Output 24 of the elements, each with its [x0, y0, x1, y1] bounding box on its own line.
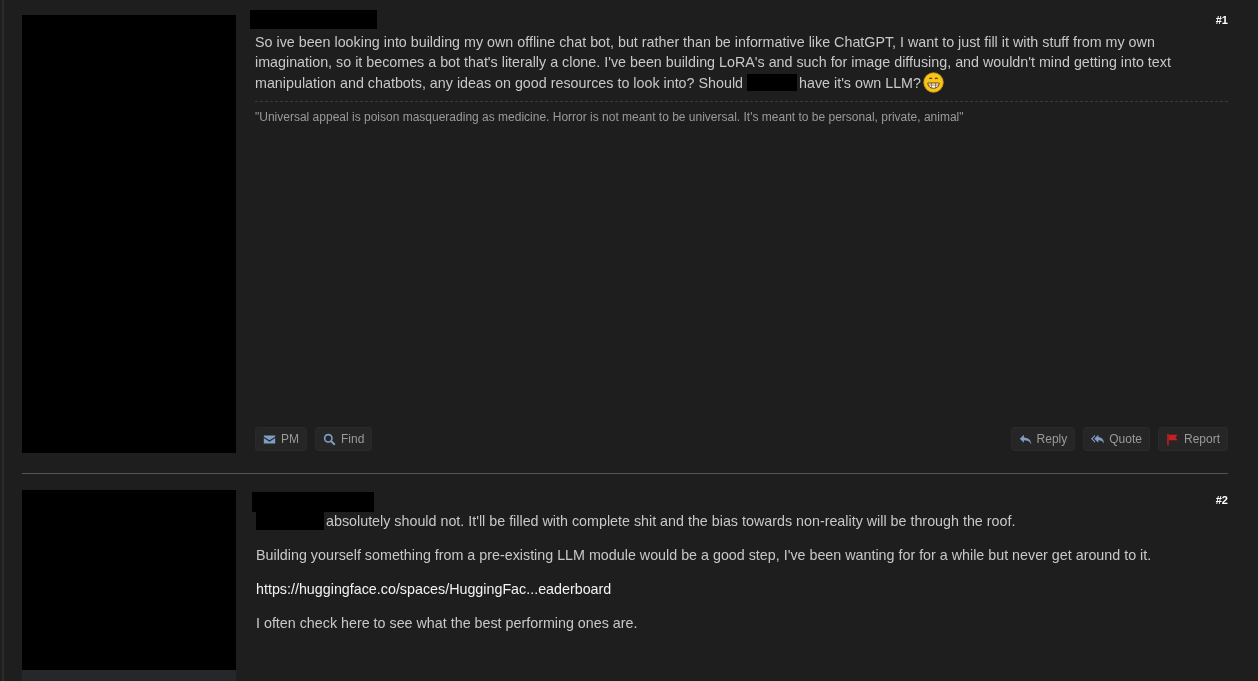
- redaction-bar: [256, 512, 324, 530]
- redaction-bar: [747, 74, 797, 91]
- post-text: So ive been looking into building my own offline chat bot, but rather than be informative like ChatGPT, I want to just fill it with stuff from my own: [255, 33, 1155, 52]
- post-action-button[interactable]: Quote: [1083, 427, 1150, 451]
- post-link[interactable]: https://huggingface.co/spaces/HuggingFac...eaderboard: [256, 581, 612, 598]
- reply-all-icon: [1091, 432, 1105, 446]
- post-action-button[interactable]: Reply: [1010, 427, 1076, 451]
- post-text: imagination, so it becomes a bot that's literally a clone. I've been building LoRA's and such for image diffusing, and wouldn't mind getting into text: [255, 53, 1171, 72]
- reply-icon: [1018, 432, 1032, 446]
- grinning-emoji-icon: [922, 72, 944, 93]
- envelope-icon: [263, 432, 276, 446]
- post-action-button[interactable]: Report: [1157, 427, 1228, 451]
- post-number-link[interactable]: #2: [1215, 494, 1228, 506]
- signature-text: "Universal appeal is poison masquerading as medicine. Horror is not meant to be universal. It's meant to be personal, private, animal": [255, 101, 1228, 124]
- post-text: absolutely should not. It'll be filled with complete shit and the bias towards non-reality will be through the roof.: [326, 512, 1016, 530]
- post-text: have it's own LLM?: [799, 73, 921, 93]
- post-text: manipulation and chatbots, any ideas on good resources to look into? Should: [255, 73, 743, 93]
- post-action-button[interactable]: PM: [255, 427, 307, 451]
- post-number-link[interactable]: #1: [1215, 14, 1228, 26]
- post-text: I often check here to see what the best performing ones are.: [256, 615, 638, 632]
- post-action-button[interactable]: Find: [315, 427, 373, 451]
- flag-icon: [1165, 432, 1179, 446]
- post-text: Building yourself something from a pre-existing LLM module would be a good step, I've been wanting for for a while but never get around to it.: [256, 547, 1152, 564]
- search-icon: [323, 432, 336, 446]
